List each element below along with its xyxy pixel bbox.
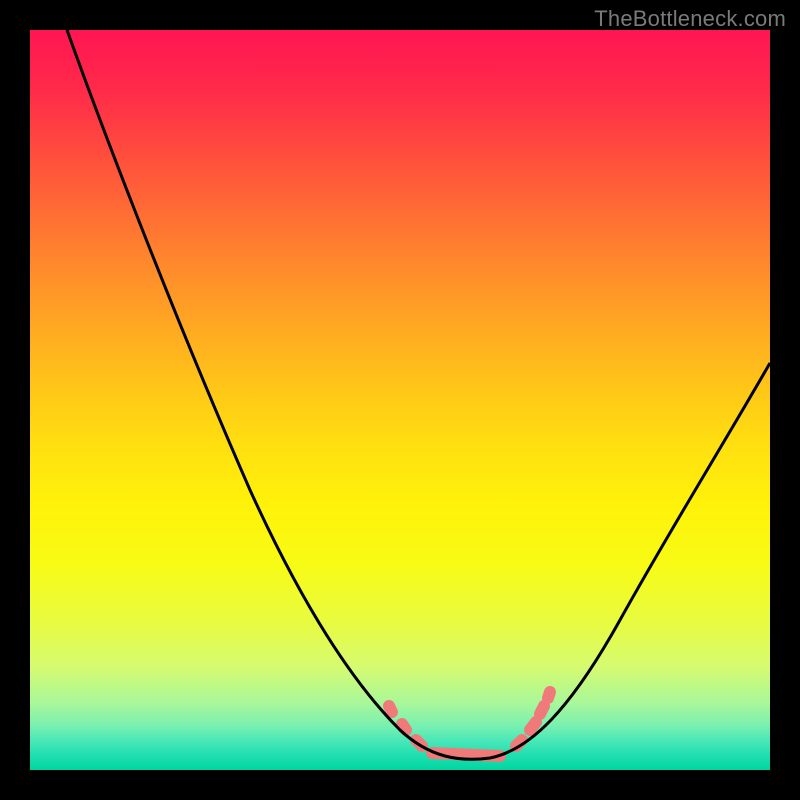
chart-svg bbox=[30, 30, 770, 770]
highlight-dots bbox=[389, 692, 550, 756]
plot-area bbox=[30, 30, 770, 770]
chart-frame: TheBottleneck.com bbox=[0, 0, 800, 800]
bottleneck-curve-path bbox=[67, 30, 770, 759]
watermark-text: TheBottleneck.com bbox=[594, 6, 786, 32]
